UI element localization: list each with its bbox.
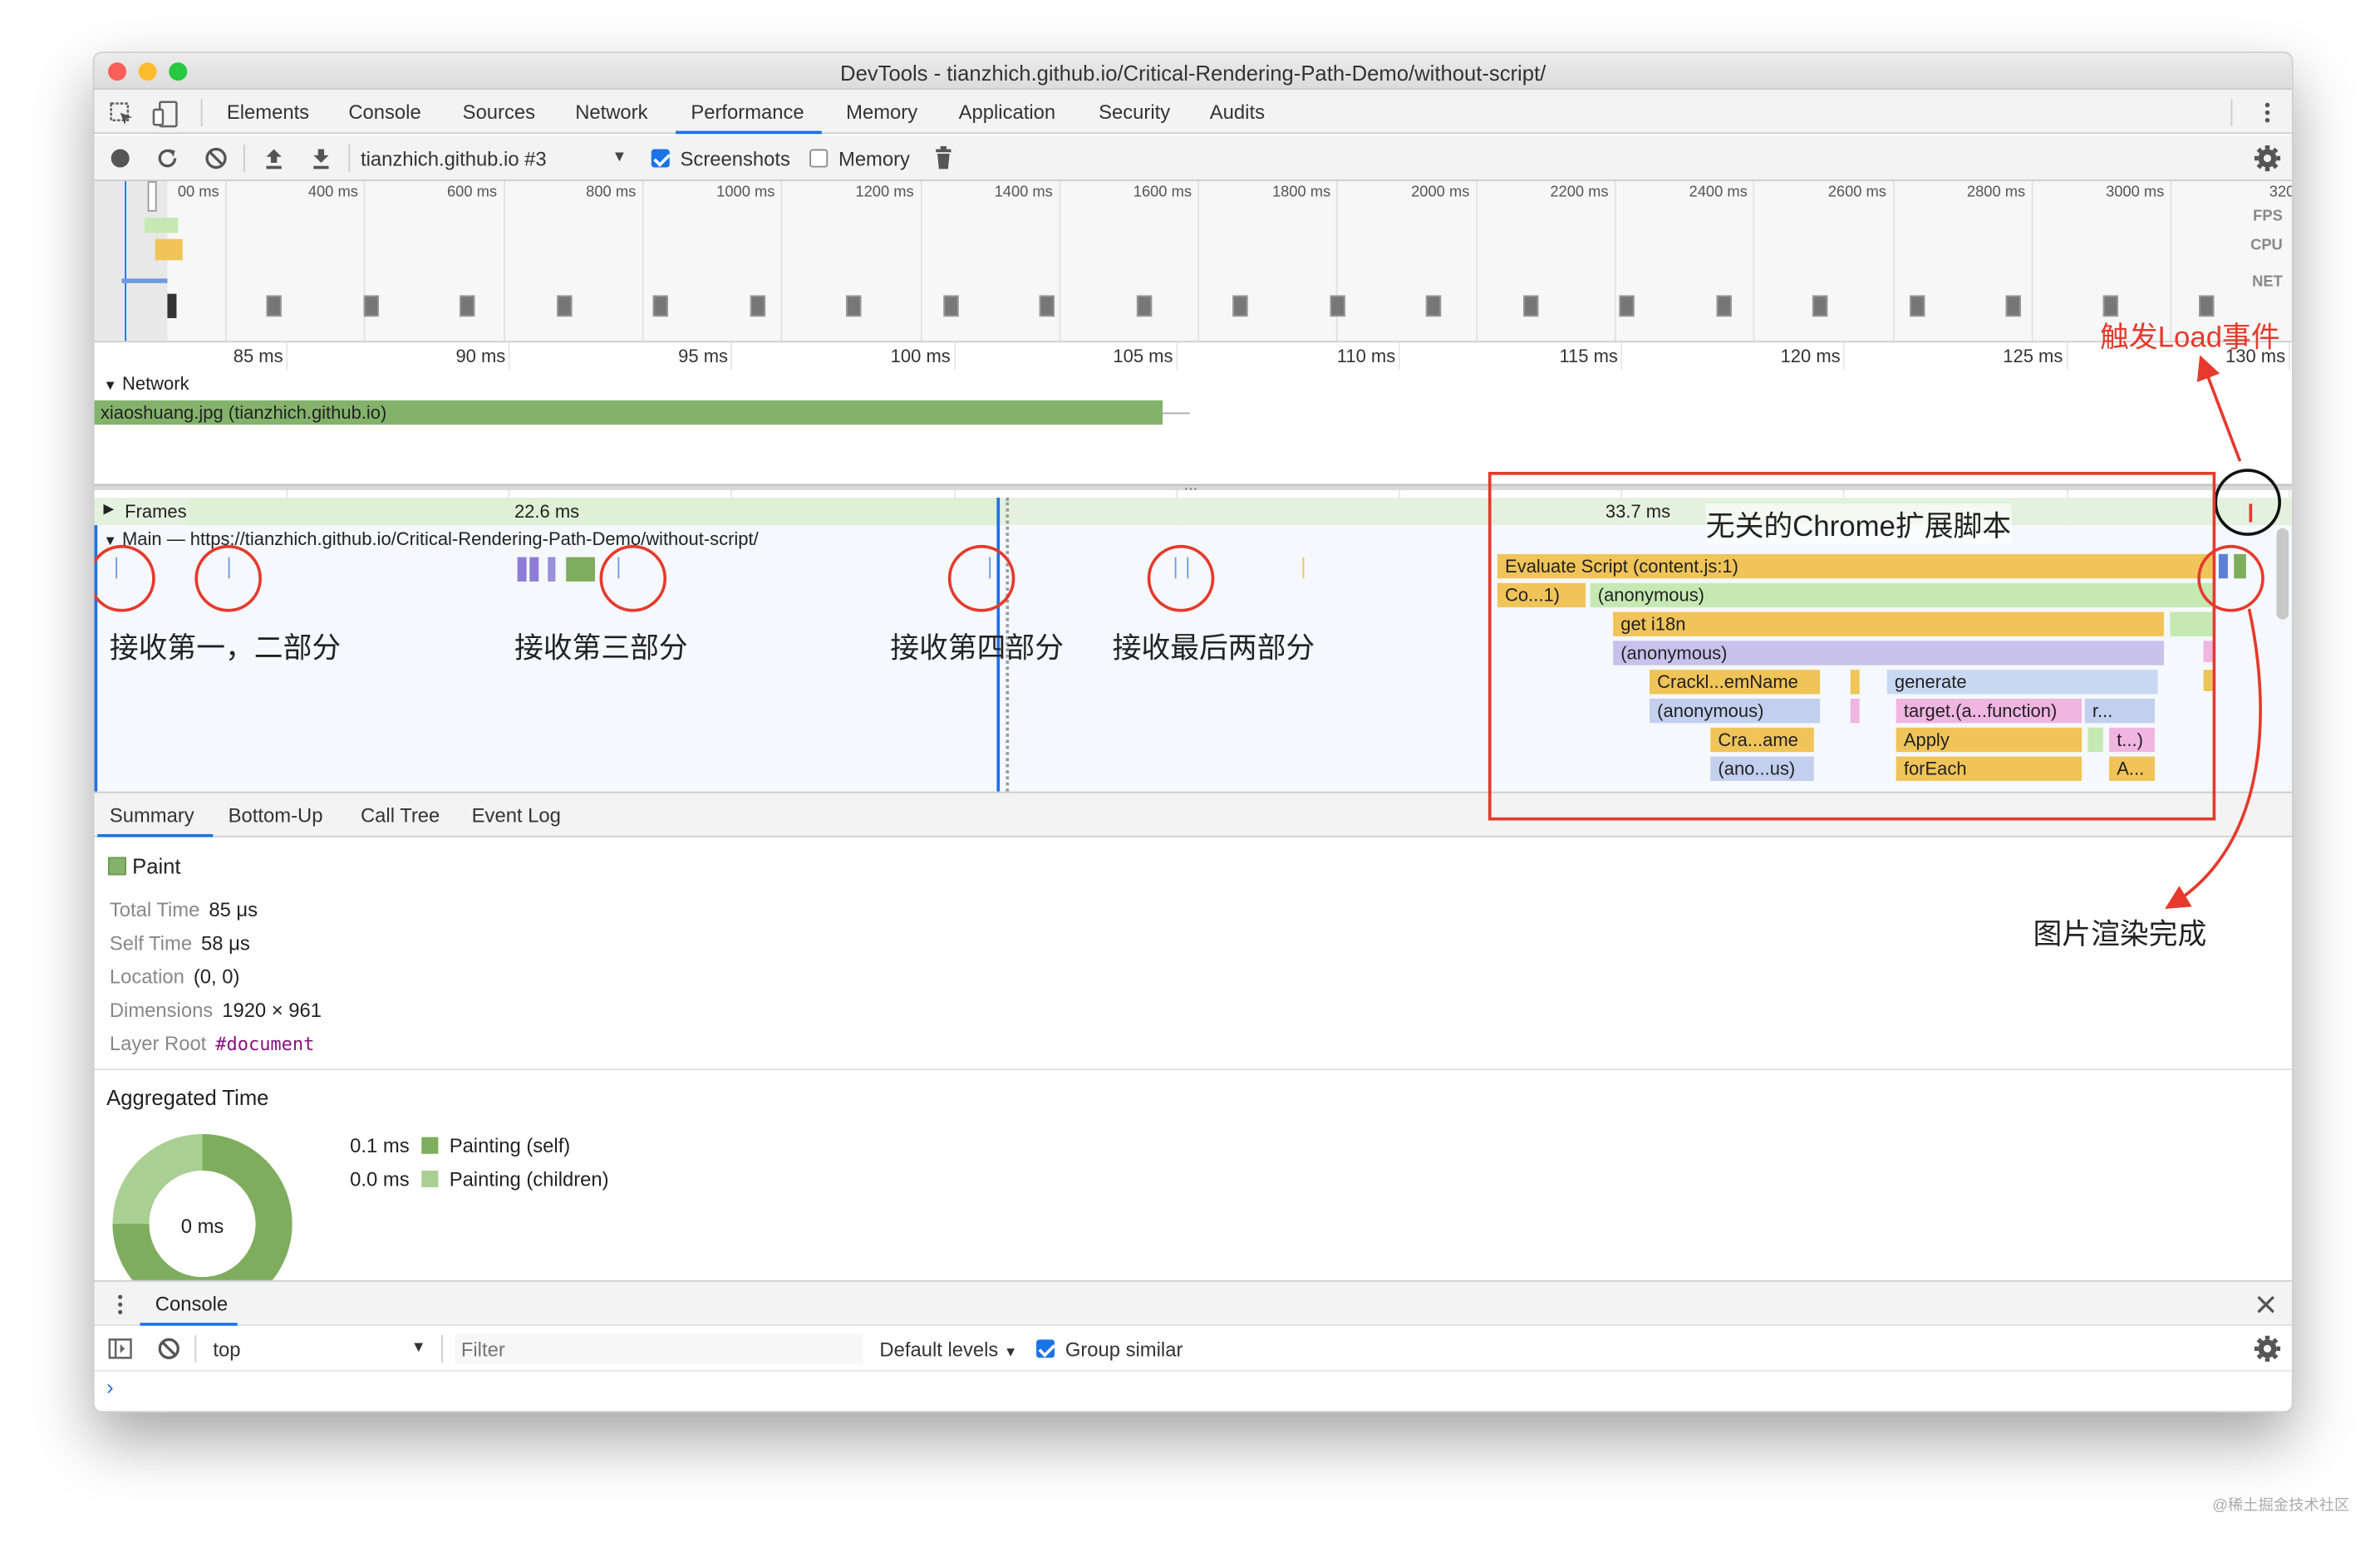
devtools-window: DevTools - tianzhich.github.io/Critical-…: [92, 52, 2294, 1413]
arrow-to-load: [2196, 355, 2242, 462]
watermark: @稀土掘金技术社区: [2212, 1497, 2350, 1515]
annotation-arrows: [2165, 355, 2262, 909]
arrow-to-paint-done: [2165, 608, 2262, 909]
screenshot-canvas: DevTools - tianzhich.github.io/Critical-…: [0, 0, 2380, 1542]
